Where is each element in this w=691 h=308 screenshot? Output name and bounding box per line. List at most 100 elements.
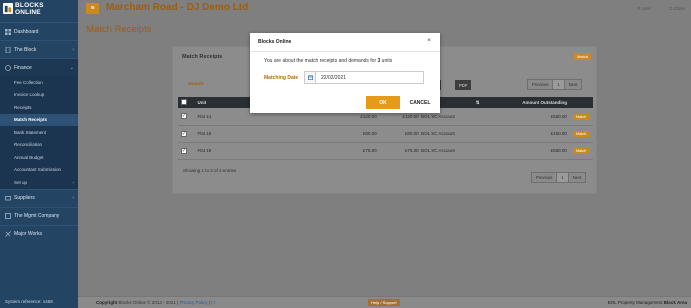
row-checkbox[interactable]: ✓ [181, 130, 187, 137]
footer: Copyright Blocks Online © 2013 - 2021 | … [78, 296, 691, 308]
works-icon [5, 231, 11, 237]
page-title: Match Receipts [86, 24, 152, 35]
submenu-bank-statement[interactable]: Bank Statement [0, 126, 78, 139]
topbar: ≡ Marcham Road - DJ Demo Ltd ⚲ User ⏻ Cl… [78, 0, 691, 18]
hamburger-icon: ≡ [90, 5, 95, 12]
copyright-prefix: Copyright [96, 300, 118, 305]
select-all-checkbox[interactable] [181, 99, 187, 105]
dialog-message: You are about the match receipts and dem… [264, 58, 392, 64]
chevron-down-icon: ⌄ [69, 64, 74, 71]
row-checkbox[interactable]: ✓ [181, 147, 187, 154]
sidebar-item-dashboard[interactable]: Dashboard [0, 22, 78, 40]
submenu-match-receipts[interactable]: Match Receipts [0, 113, 78, 126]
cell-outstanding: £450.00 [550, 131, 567, 136]
submenu-receipts[interactable]: Receipts [0, 101, 78, 114]
submenu-fee-collection[interactable]: Fee Collection [0, 76, 78, 89]
submenu-accountant-submission[interactable]: Accountant Submission [0, 164, 78, 177]
submenu-invoice-lookup[interactable]: Invoice Lookup [0, 89, 78, 102]
pager-next[interactable]: Next [569, 173, 586, 182]
pager-top: Previous 1 Next [527, 79, 583, 90]
cell-demand: £80.00 [362, 131, 377, 136]
brand-logo[interactable]: BLOCKS ONLINE [0, 0, 78, 18]
cell-demand: £75.00 [362, 148, 377, 153]
dialog-title: Blocks Online [258, 39, 292, 45]
row-match-button[interactable]: Match [572, 148, 590, 154]
pager-previous[interactable]: Previous [528, 80, 554, 89]
row-checkbox[interactable]: ✓ [181, 113, 187, 120]
sidebar-item-suppliers[interactable]: Suppliers ‹ [0, 188, 78, 207]
sidebar-item-major-works[interactable]: Major Works [0, 224, 78, 243]
sidebar-item-label: The Mgmt Company [14, 213, 60, 219]
cell-account: BOL SC Account [421, 113, 455, 119]
cell-unit: Flat 19 [197, 148, 212, 153]
sidebar-item-label: Suppliers [14, 195, 35, 201]
building-icon [5, 46, 11, 53]
sidebar-nav: Dashboard The Block ‹ Finance ⌄ Fee Coll… [0, 22, 78, 243]
cancel-button[interactable]: CANCEL [405, 96, 435, 109]
block-area-link[interactable]: Block Area [664, 300, 687, 305]
table-row: ✓ Flat 15 £80.00 £80.00 BOL SC Account £… [178, 125, 593, 142]
sidebar-item-mgmt-company[interactable]: The Mgmt Company [0, 206, 78, 225]
brand-line2: ONLINE [15, 8, 41, 16]
sidebar-item-label: Finance [14, 64, 32, 71]
confirm-dialog: Blocks Online × You are about the match … [250, 33, 440, 113]
message-after: units [380, 58, 393, 64]
close-link[interactable]: ⏻ Close [669, 6, 685, 11]
matching-date-input[interactable] [316, 71, 424, 84]
sidebar: BLOCKS ONLINE Dashboard The Block ‹ Fina… [0, 0, 78, 308]
site-title: Marcham Road - DJ Demo Ltd [106, 2, 249, 13]
cell-receipt: £80.00 [404, 131, 419, 136]
calendar-icon[interactable] [304, 71, 316, 84]
help-label: Help / Support [371, 300, 397, 305]
sidebar-item-label: The Block [14, 46, 37, 53]
system-reference: System reference: 1468 [5, 299, 53, 304]
sidebar-item-finance[interactable]: Finance ⌄ [0, 58, 78, 76]
user-label: User [641, 6, 651, 11]
chevron-left-icon: ‹ [72, 46, 74, 53]
twitter-icon[interactable]: t [214, 300, 215, 305]
pager-page[interactable]: 1 [557, 173, 569, 182]
chevron-left-icon: ‹ [72, 179, 75, 185]
pager-next[interactable]: Next [565, 80, 582, 89]
user-menu[interactable]: ⚲ User [637, 6, 651, 12]
cell-outstanding: £550.00 [550, 148, 567, 153]
submenu-label: Set up [14, 179, 28, 185]
search-label: Search: [188, 81, 205, 86]
close-label: Close [673, 6, 685, 11]
privacy-policy-link[interactable]: Privacy Policy [180, 300, 208, 305]
menu-toggle-button[interactable]: ≡ [86, 3, 99, 14]
cell-account: BOL SC Account [421, 131, 455, 136]
table-info: Showing 1 to 3 of 3 entries [183, 168, 237, 173]
row-match-button[interactable]: Match [572, 113, 590, 120]
ok-button[interactable]: OK [366, 96, 400, 109]
copyright-text: Blocks Online © 2013 - 2021 [118, 300, 176, 305]
pager-page[interactable]: 1 [553, 80, 565, 89]
dashboard-icon [5, 28, 11, 35]
sidebar-item-label: Dashboard [14, 28, 39, 35]
company-name: BOL Property Management [607, 300, 663, 305]
submenu-annual-budget[interactable]: Annual Budget [0, 151, 78, 164]
pager-previous[interactable]: Previous [532, 173, 558, 182]
finance-icon [5, 64, 11, 71]
matching-date-label: Matching Date [264, 75, 299, 81]
panel-title: Match Receipts [182, 54, 223, 60]
cell-unit: Flat 15 [197, 131, 212, 136]
sidebar-item-the-block[interactable]: The Block ‹ [0, 40, 78, 58]
row-match-button[interactable]: Match [572, 131, 590, 137]
column-amount-outstanding[interactable]: Amount Outstanding [483, 97, 570, 108]
submenu-reconciliation[interactable]: Reconciliation [0, 139, 78, 152]
facebook-icon[interactable]: f [211, 300, 212, 305]
message-before: You are about the match receipts and dem… [264, 58, 378, 64]
table-row: ✓ Flat 19 £75.00 £75.00 BOL SC Account £… [178, 142, 593, 159]
help-support-button[interactable]: Help / Support [368, 299, 400, 306]
dialog-header: Blocks Online × [250, 33, 440, 52]
cell-receipt: £75.00 [404, 148, 419, 153]
pdf-button[interactable]: PDF [455, 80, 472, 90]
chevron-left-icon: ‹ [72, 195, 74, 201]
logo-icon [3, 3, 13, 14]
close-icon[interactable]: × [427, 37, 431, 44]
company-icon [5, 213, 11, 219]
cell-account: BOL SC Account [421, 148, 455, 153]
match-button[interactable]: Match [574, 53, 591, 60]
submenu-set-up[interactable]: Set up ‹ [0, 176, 78, 189]
